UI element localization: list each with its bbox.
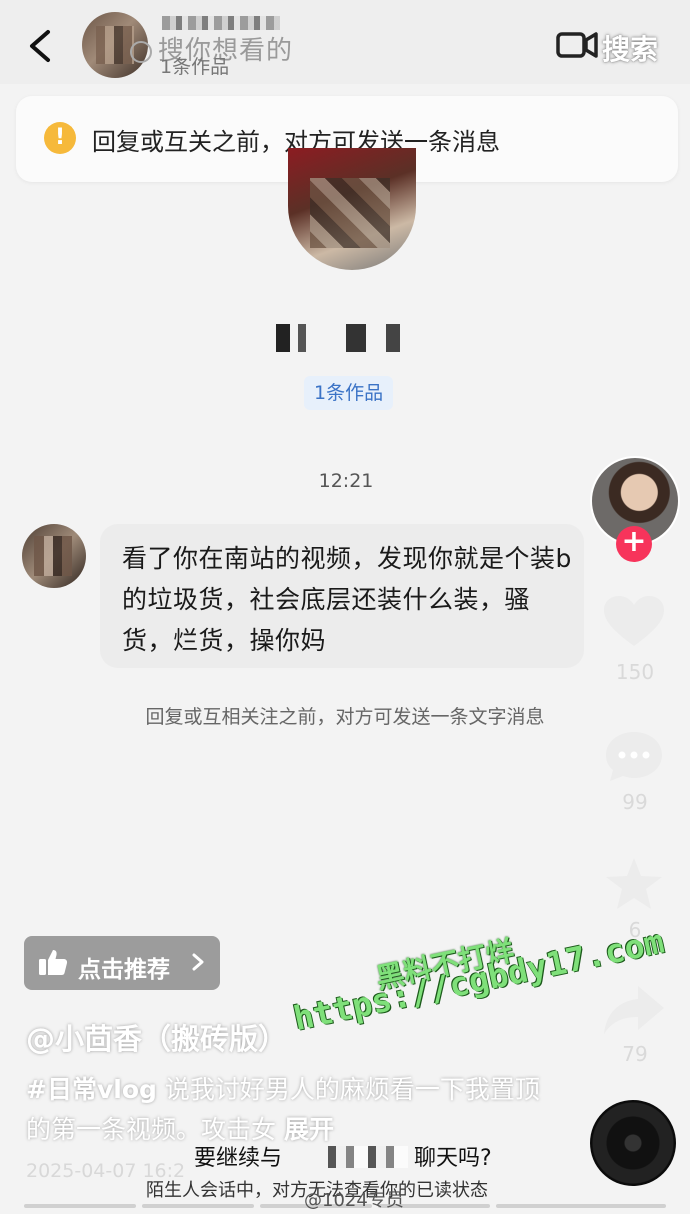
author-handle[interactable]: @小茴香（搬砖版） bbox=[26, 1016, 287, 1058]
top-search-bar: 搜你想看的 1条作品 搜索 bbox=[0, 0, 690, 84]
star-icon[interactable] bbox=[602, 856, 666, 912]
progress-segment bbox=[496, 1204, 666, 1208]
recommend-label: 点击推荐 bbox=[78, 957, 170, 983]
chevron-right-icon bbox=[192, 953, 204, 971]
works-count-chip[interactable]: 1条作品 bbox=[304, 376, 394, 410]
like-count: 150 bbox=[615, 660, 655, 684]
sender-avatar[interactable] bbox=[22, 524, 86, 588]
progress-segment bbox=[24, 1204, 136, 1208]
top-works-count: 1条作品 bbox=[160, 56, 230, 78]
continue-prompt-end: 聊天吗? bbox=[414, 1146, 492, 1171]
share-count: 79 bbox=[622, 1042, 648, 1066]
warning-icon bbox=[44, 122, 76, 154]
heart-icon[interactable] bbox=[602, 594, 666, 650]
search-icon bbox=[130, 40, 152, 63]
music-disc-icon[interactable] bbox=[590, 1100, 676, 1186]
video-description: #日常vlog 说我讨好男人的麻烦看一下我置顶的第一条视频。攻击女 展开 bbox=[26, 1070, 546, 1150]
message-timestamp: 12:21 bbox=[318, 470, 374, 492]
weibo-watermark: @1024专员 bbox=[304, 1190, 404, 1211]
blurred-username bbox=[162, 16, 280, 30]
continue-prompt-start: 要继续与 bbox=[194, 1146, 283, 1171]
share-arrow-icon[interactable] bbox=[602, 982, 666, 1038]
profile-name-blurred bbox=[276, 324, 426, 352]
message-text: 看了你在南站的视频，发现你就是个装b的垃圾货，社会底层还装什么装，骚货，烂货，操… bbox=[122, 544, 572, 655]
blurred-name bbox=[328, 1146, 408, 1168]
progress-segment bbox=[142, 1204, 254, 1208]
reply-limit-hint: 回复或互相关注之前，对方可发送一条文字消息 bbox=[145, 706, 545, 728]
follow-plus-icon[interactable] bbox=[616, 524, 652, 562]
profile-avatar[interactable] bbox=[288, 148, 416, 270]
back-arrow-icon[interactable] bbox=[22, 26, 62, 66]
video-camera-icon[interactable] bbox=[556, 30, 598, 60]
hashtag[interactable]: #日常vlog bbox=[26, 1075, 157, 1104]
search-button[interactable]: 搜索 bbox=[602, 28, 658, 68]
comment-count: 99 bbox=[622, 790, 648, 814]
comment-icon[interactable] bbox=[602, 728, 666, 784]
expand-button[interactable]: 展开 bbox=[284, 1115, 334, 1144]
thumbs-up-icon bbox=[39, 950, 68, 975]
